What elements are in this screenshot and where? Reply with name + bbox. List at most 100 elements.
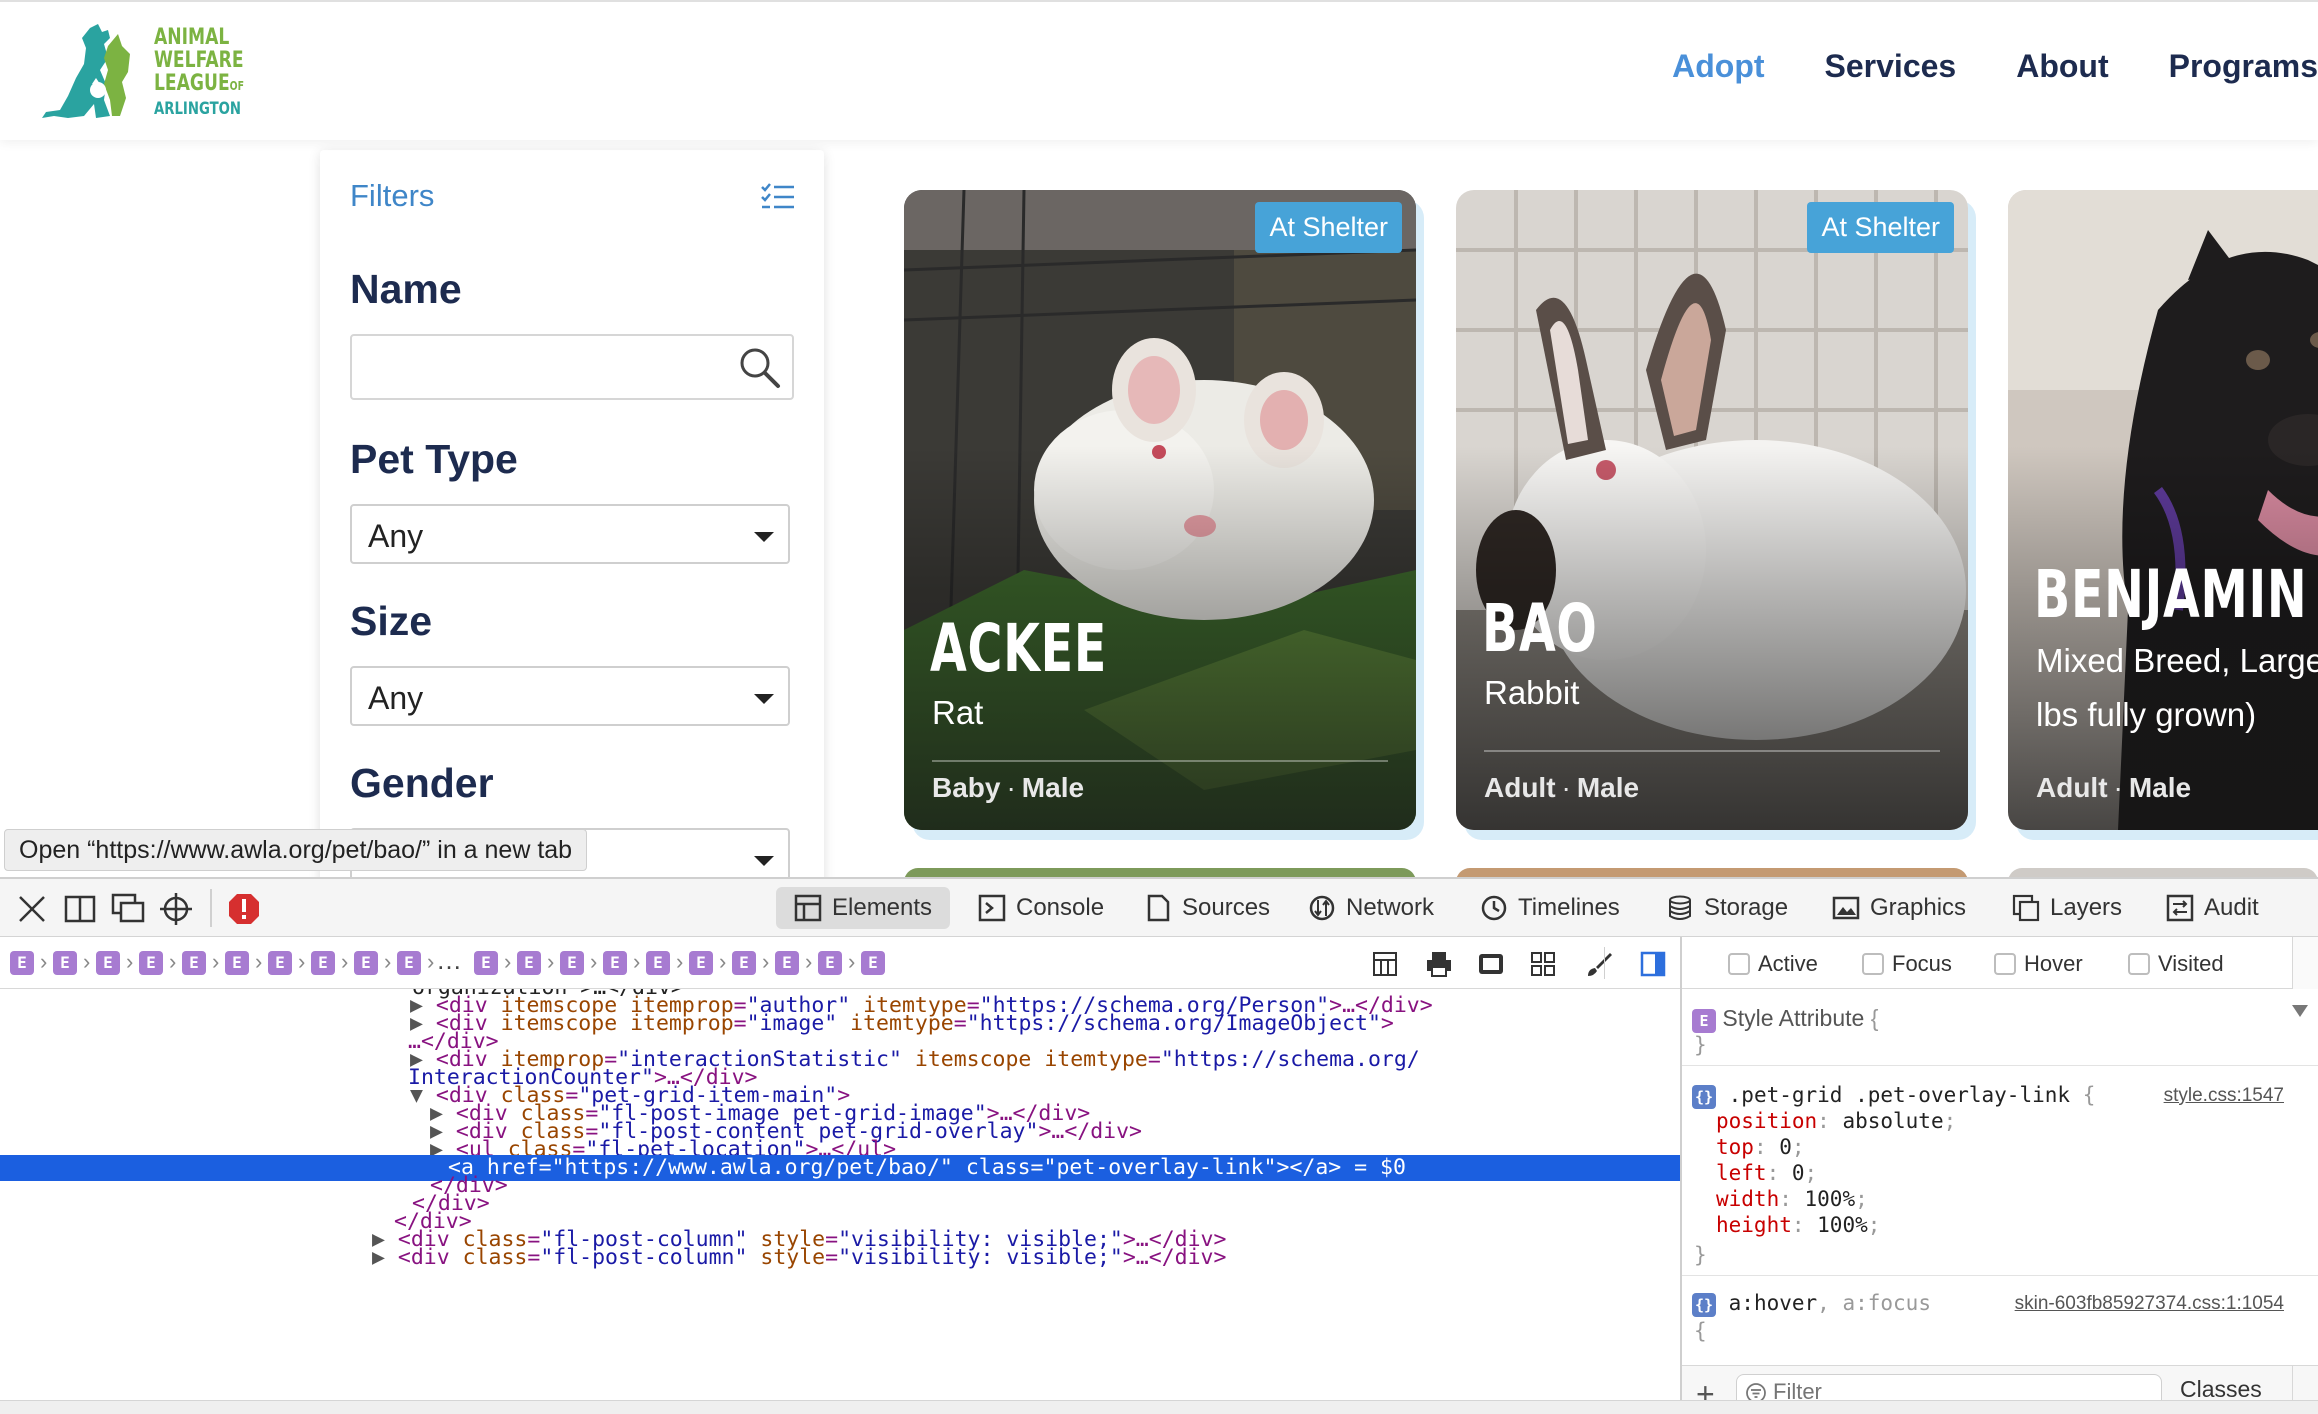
toggle-sidebar-icon[interactable]: [1638, 949, 1668, 979]
layout-grid-icon[interactable]: [1370, 949, 1400, 979]
breadcrumb-element[interactable]: E: [603, 951, 627, 975]
status-badge: At Shelter: [1255, 202, 1402, 253]
pet-meta: Adult · Male: [1484, 772, 1640, 803]
breadcrumb-element[interactable]: E: [268, 951, 292, 975]
nav-programs[interactable]: Programs: [2169, 48, 2318, 85]
breadcrumb-element[interactable]: E: [474, 951, 498, 975]
pet-card-bao[interactable]: At Shelter BAO Rabbit Adult · Male: [1456, 190, 1968, 830]
pet-type-select[interactable]: Any: [350, 504, 790, 564]
logo-line-4: ARLINGTON: [154, 99, 242, 119]
paint-brush-icon[interactable]: [1584, 949, 1614, 979]
pet-species: Rabbit: [1484, 674, 1580, 711]
stylesheet-source-link[interactable]: style.css:1547: [2164, 1085, 2284, 1107]
breadcrumb-element[interactable]: E: [354, 951, 378, 975]
dom-node[interactable]: ▶ <div class="fl-post-column" style="vis…: [0, 1245, 1680, 1271]
pet-name: BAO: [1482, 590, 1598, 667]
css-declaration[interactable]: width: 100%;: [1716, 1187, 1868, 1211]
stylesheet-source-link[interactable]: skin-603fb85927374.css:1:1054: [2015, 1293, 2284, 1315]
css-rule-selector[interactable]: {} .pet-grid .pet-overlay-link {: [1692, 1083, 2095, 1109]
nav-services[interactable]: Services: [1825, 48, 1957, 85]
name-search-field[interactable]: [350, 334, 794, 400]
breadcrumb-element[interactable]: E: [861, 951, 885, 975]
undock-window-icon[interactable]: [110, 891, 146, 927]
close-icon[interactable]: [14, 891, 50, 927]
logo-line-1: ANIMAL: [154, 25, 230, 50]
filter-list-icon[interactable]: [760, 182, 796, 212]
breadcrumb-separator: ›: [40, 949, 48, 974]
tab-storage[interactable]: Storage: [1648, 887, 1806, 929]
breadcrumb-element[interactable]: E: [139, 951, 163, 975]
size-select[interactable]: Any: [350, 666, 790, 726]
checkbox[interactable]: [2128, 953, 2150, 975]
name-filter-label: Name: [350, 266, 462, 312]
css-property-value: 100%: [1817, 1213, 1868, 1237]
breadcrumb-element[interactable]: E: [96, 951, 120, 975]
breadcrumb-element[interactable]: E: [53, 951, 77, 975]
breadcrumb-element[interactable]: E: [517, 951, 541, 975]
awla-logo[interactable]: ANIMAL WELFARE LEAGUEOF ARLINGTON: [38, 24, 244, 124]
pseudo-focus-toggle[interactable]: Focus: [1862, 951, 1952, 977]
tab-graphics[interactable]: Graphics: [1814, 887, 1984, 929]
elements-icon: [794, 894, 822, 922]
checkbox[interactable]: [1728, 953, 1750, 975]
element-rule-icon: E: [1692, 1009, 1716, 1033]
name-search-input[interactable]: [352, 336, 732, 396]
css-rule-selector[interactable]: {} a:hover, a:focus: [1692, 1291, 1931, 1317]
nav-adopt[interactable]: Adopt: [1672, 48, 1764, 85]
chevron-down-icon[interactable]: [2290, 1003, 2310, 1019]
tab-network-label: Network: [1346, 894, 1435, 921]
breadcrumb-ellipsis[interactable]: …: [436, 945, 462, 976]
breadcrumb-element[interactable]: E: [182, 951, 206, 975]
breadcrumb-separator: ›: [504, 949, 512, 974]
search-icon[interactable]: [738, 346, 782, 390]
tab-audit[interactable]: Audit: [2148, 887, 2277, 929]
tab-elements[interactable]: Elements: [776, 887, 951, 929]
css-rule-icon: {}: [1692, 1293, 1716, 1317]
css-declaration[interactable]: left: 0;: [1716, 1161, 1817, 1185]
tab-sources[interactable]: Sources: [1126, 887, 1288, 929]
pseudo-hover-toggle[interactable]: Hover: [1994, 951, 2083, 977]
tab-sources-label: Sources: [1182, 894, 1271, 921]
dock-side-icon[interactable]: [62, 891, 98, 927]
error-icon[interactable]: [226, 891, 262, 927]
breadcrumb-separator: ›: [762, 949, 770, 974]
pet-card-ackee[interactable]: At Shelter ACKEE Rat Baby · Male: [904, 190, 1416, 830]
css-declaration[interactable]: position: absolute;: [1716, 1109, 1956, 1133]
breadcrumb-element[interactable]: E: [689, 951, 713, 975]
tab-network[interactable]: Network: [1290, 887, 1452, 929]
breadcrumb-element[interactable]: E: [646, 951, 670, 975]
style-attribute-rule[interactable]: E Style Attribute {: [1692, 1005, 1878, 1033]
crosshair-icon[interactable]: [158, 891, 194, 927]
breadcrumb-element[interactable]: E: [225, 951, 249, 975]
grid-overlay-icon[interactable]: [1528, 949, 1558, 979]
breadcrumb-element[interactable]: E: [775, 951, 799, 975]
breadcrumb-element[interactable]: E: [732, 951, 756, 975]
tab-console-label: Console: [1016, 894, 1105, 921]
breadcrumb-element[interactable]: E: [311, 951, 335, 975]
pseudo-active-toggle[interactable]: Active: [1728, 951, 1818, 977]
styles-sidebar: Active Focus Hover Visited E Style Attri…: [1682, 937, 2318, 1414]
breadcrumb-element[interactable]: E: [818, 951, 842, 975]
classes-toggle[interactable]: Classes: [2180, 1376, 2262, 1403]
checkbox[interactable]: [1994, 953, 2016, 975]
tab-timelines[interactable]: Timelines: [1462, 887, 1638, 929]
css-declaration[interactable]: height: 100%;: [1716, 1213, 1880, 1237]
tab-console[interactable]: Console: [960, 887, 1122, 929]
tab-layers[interactable]: Layers: [1994, 887, 2140, 929]
pseudo-visited-toggle[interactable]: Visited: [2128, 951, 2224, 977]
style-attribute-label: Style Attribute: [1722, 1005, 1865, 1031]
breadcrumb-element[interactable]: E: [397, 951, 421, 975]
breadcrumb-separator: ›: [547, 949, 555, 974]
chevron-down-icon: [754, 532, 774, 542]
breadcrumb-element[interactable]: E: [10, 951, 34, 975]
pet-name: BENJAMIN: [2034, 556, 2308, 633]
logo-line-3-main: LEAGUE: [154, 71, 230, 96]
pet-card-benjamin[interactable]: BENJAMIN Mixed Breed, Large lbs fully gr…: [2008, 190, 2318, 830]
nav-about[interactable]: About: [2016, 48, 2108, 85]
css-declaration[interactable]: top: 0;: [1716, 1135, 1805, 1159]
tab-graphics-label: Graphics: [1870, 894, 1967, 921]
screenshot-icon[interactable]: [1476, 949, 1506, 979]
breadcrumb-element[interactable]: E: [560, 951, 584, 975]
print-icon[interactable]: [1424, 949, 1454, 979]
checkbox[interactable]: [1862, 953, 1884, 975]
